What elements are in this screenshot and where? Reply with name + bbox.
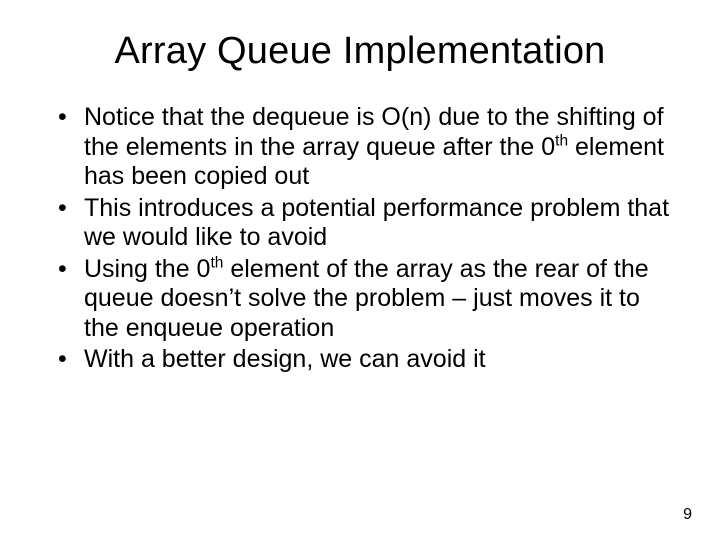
superscript: th: [555, 132, 568, 149]
page-number: 9: [683, 506, 692, 524]
bullet-text-pre: Using the 0: [84, 255, 210, 283]
slide-title: Array Queue Implementation: [40, 30, 680, 73]
bullet-text-pre: With a better design, we can avoid it: [84, 345, 486, 373]
slide: Array Queue Implementation Notice that t…: [0, 0, 720, 540]
list-item: This introduces a potential performance …: [50, 194, 680, 253]
bullet-list: Notice that the dequeue is O(n) due to t…: [50, 103, 680, 375]
list-item: Using the 0th element of the array as th…: [50, 255, 680, 344]
bullet-text-pre: This introduces a potential performance …: [84, 194, 669, 252]
list-item: Notice that the dequeue is O(n) due to t…: [50, 103, 680, 192]
list-item: With a better design, we can avoid it: [50, 345, 680, 375]
superscript: th: [210, 254, 223, 271]
